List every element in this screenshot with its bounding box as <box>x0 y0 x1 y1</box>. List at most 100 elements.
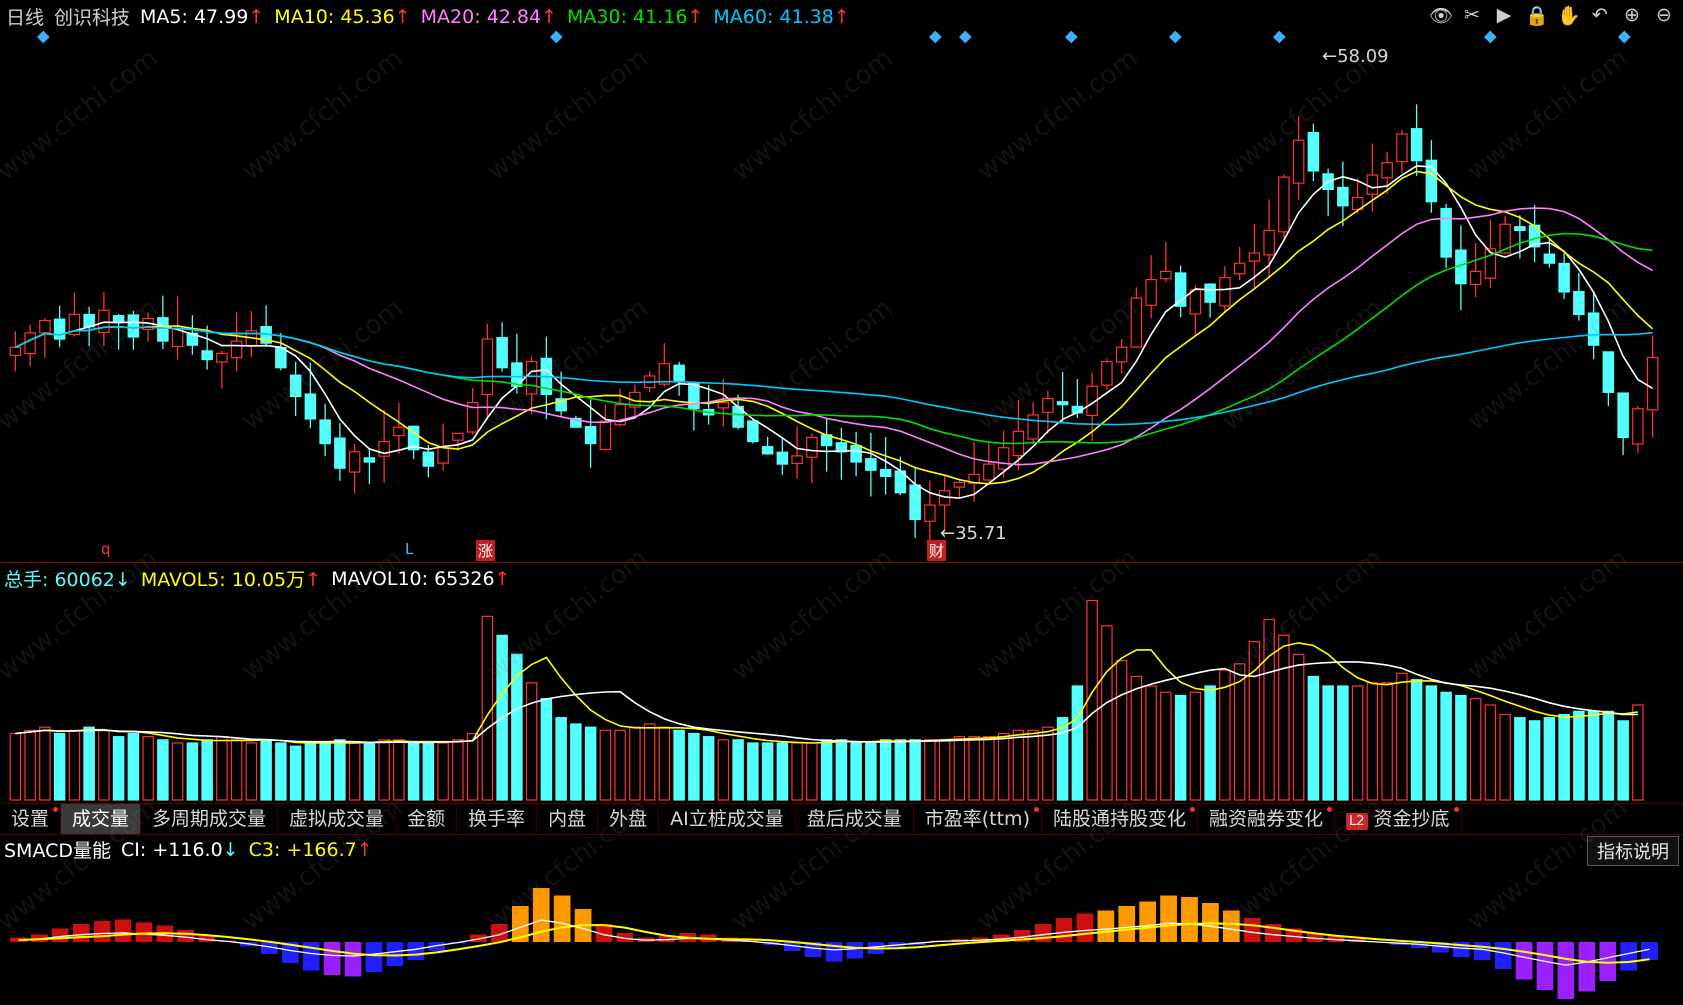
volume-bar[interactable] <box>1410 679 1423 801</box>
volume-bar[interactable] <box>127 732 140 801</box>
candle[interactable] <box>1602 351 1615 407</box>
tab-1[interactable]: 成交量 <box>61 804 142 834</box>
volume-bar[interactable] <box>393 739 405 801</box>
volume-bar[interactable] <box>407 742 420 801</box>
candle[interactable] <box>157 295 169 350</box>
volume-bar[interactable] <box>924 739 936 801</box>
candle[interactable] <box>1248 223 1261 289</box>
volume-bar[interactable] <box>1381 682 1393 801</box>
volume-bar[interactable] <box>879 739 892 801</box>
candle[interactable] <box>791 426 803 479</box>
event-diamond-icon[interactable] <box>549 30 563 44</box>
volume-bar[interactable] <box>216 736 228 801</box>
candle[interactable] <box>496 322 508 372</box>
candle[interactable] <box>1174 265 1187 318</box>
price-chart[interactable] <box>0 30 1683 562</box>
volume-bar[interactable] <box>1292 653 1305 801</box>
event-diamond-icon[interactable] <box>1168 30 1182 44</box>
candle[interactable] <box>481 324 494 420</box>
volume-bar[interactable] <box>1115 660 1128 801</box>
event-marker-q[interactable]: q <box>101 540 111 558</box>
candle[interactable] <box>348 444 361 494</box>
tab-0[interactable]: 设置 <box>0 804 62 834</box>
volume-bar[interactable] <box>1425 685 1438 801</box>
volume-bar[interactable] <box>1130 675 1143 801</box>
candle[interactable] <box>540 336 553 420</box>
zoom-out-icon[interactable]: ⊖ <box>1653 4 1675 27</box>
volume-bar[interactable] <box>1543 717 1556 801</box>
volume-bar[interactable] <box>68 729 81 801</box>
candle[interactable] <box>850 431 862 477</box>
candle[interactable] <box>363 448 376 485</box>
volume-bar[interactable] <box>1174 694 1187 801</box>
candle[interactable] <box>1233 247 1246 281</box>
volume-bar[interactable] <box>1322 685 1334 801</box>
volume-bar[interactable] <box>157 739 169 801</box>
volume-bar[interactable] <box>1071 685 1084 801</box>
volume-bar[interactable] <box>643 723 656 801</box>
candle[interactable] <box>1440 203 1452 268</box>
candle[interactable] <box>1587 291 1600 360</box>
scissors-icon[interactable]: ✂ <box>1461 4 1483 27</box>
tab-10[interactable]: 市盈率(ttm) <box>914 804 1042 834</box>
volume-chart[interactable] <box>0 587 1683 801</box>
candle[interactable] <box>1101 358 1113 390</box>
volume-bar[interactable] <box>452 739 464 801</box>
volume-bar[interactable] <box>304 742 317 801</box>
volume-bar[interactable] <box>835 739 848 801</box>
candle[interactable] <box>879 437 892 495</box>
candle[interactable] <box>24 324 36 367</box>
volume-bar[interactable] <box>348 742 361 801</box>
volume-bar[interactable] <box>599 729 612 801</box>
volume-bar[interactable] <box>1366 682 1379 801</box>
volume-bar[interactable] <box>1602 710 1615 801</box>
candle[interactable] <box>1278 174 1290 238</box>
candle[interactable] <box>806 433 818 483</box>
tab-5[interactable]: 换手率 <box>457 804 538 834</box>
volume-bar[interactable] <box>1027 729 1039 801</box>
candle[interactable] <box>658 343 671 387</box>
volume-bar[interactable] <box>629 726 641 801</box>
volume-bar[interactable] <box>983 736 995 801</box>
candle[interactable] <box>1115 339 1128 374</box>
volume-bar[interactable] <box>791 742 803 801</box>
candle[interactable] <box>835 427 848 480</box>
volume-bar[interactable] <box>570 723 582 801</box>
zoom-in-icon[interactable]: ⊕ <box>1621 4 1643 27</box>
candle[interactable] <box>98 291 110 347</box>
candle[interactable] <box>9 331 22 372</box>
candle[interactable] <box>688 382 700 431</box>
candle[interactable] <box>865 432 877 497</box>
tab-13[interactable]: L2 资金抄底 <box>1335 804 1462 834</box>
volume-bar[interactable] <box>555 717 567 801</box>
volume-bar[interactable] <box>1499 713 1511 801</box>
tab-4[interactable]: 金额 <box>396 804 458 834</box>
volume-bar[interactable] <box>1042 726 1054 801</box>
candle[interactable] <box>1145 255 1157 319</box>
candle[interactable] <box>1307 123 1320 182</box>
volume-bar[interactable] <box>1351 685 1364 801</box>
volume-bar[interactable] <box>186 742 199 801</box>
tab-9[interactable]: 盘后成交量 <box>796 804 914 834</box>
candle[interactable] <box>1204 283 1216 318</box>
volume-bar[interactable] <box>1101 625 1113 801</box>
volume-bar[interactable] <box>1056 717 1069 801</box>
volume-bar[interactable] <box>437 742 449 801</box>
volume-bar[interactable] <box>201 739 213 801</box>
tab-12[interactable]: 融资融券变化 <box>1198 804 1336 834</box>
candle[interactable] <box>1042 390 1054 434</box>
candle[interactable] <box>953 480 966 498</box>
volume-bar[interactable] <box>1632 704 1644 801</box>
candle[interactable] <box>378 409 390 483</box>
volume-bar[interactable] <box>422 742 435 801</box>
volume-bar[interactable] <box>289 745 302 801</box>
volume-bar[interactable] <box>260 739 272 801</box>
volume-bar[interactable] <box>1573 710 1585 801</box>
candle[interactable] <box>112 314 125 350</box>
candle[interactable] <box>673 361 685 396</box>
volume-bar[interactable] <box>98 729 110 801</box>
candle[interactable] <box>820 418 833 472</box>
volume-bar[interactable] <box>1587 710 1600 801</box>
volume-bar[interactable] <box>319 742 331 801</box>
volume-bar[interactable] <box>466 732 479 801</box>
